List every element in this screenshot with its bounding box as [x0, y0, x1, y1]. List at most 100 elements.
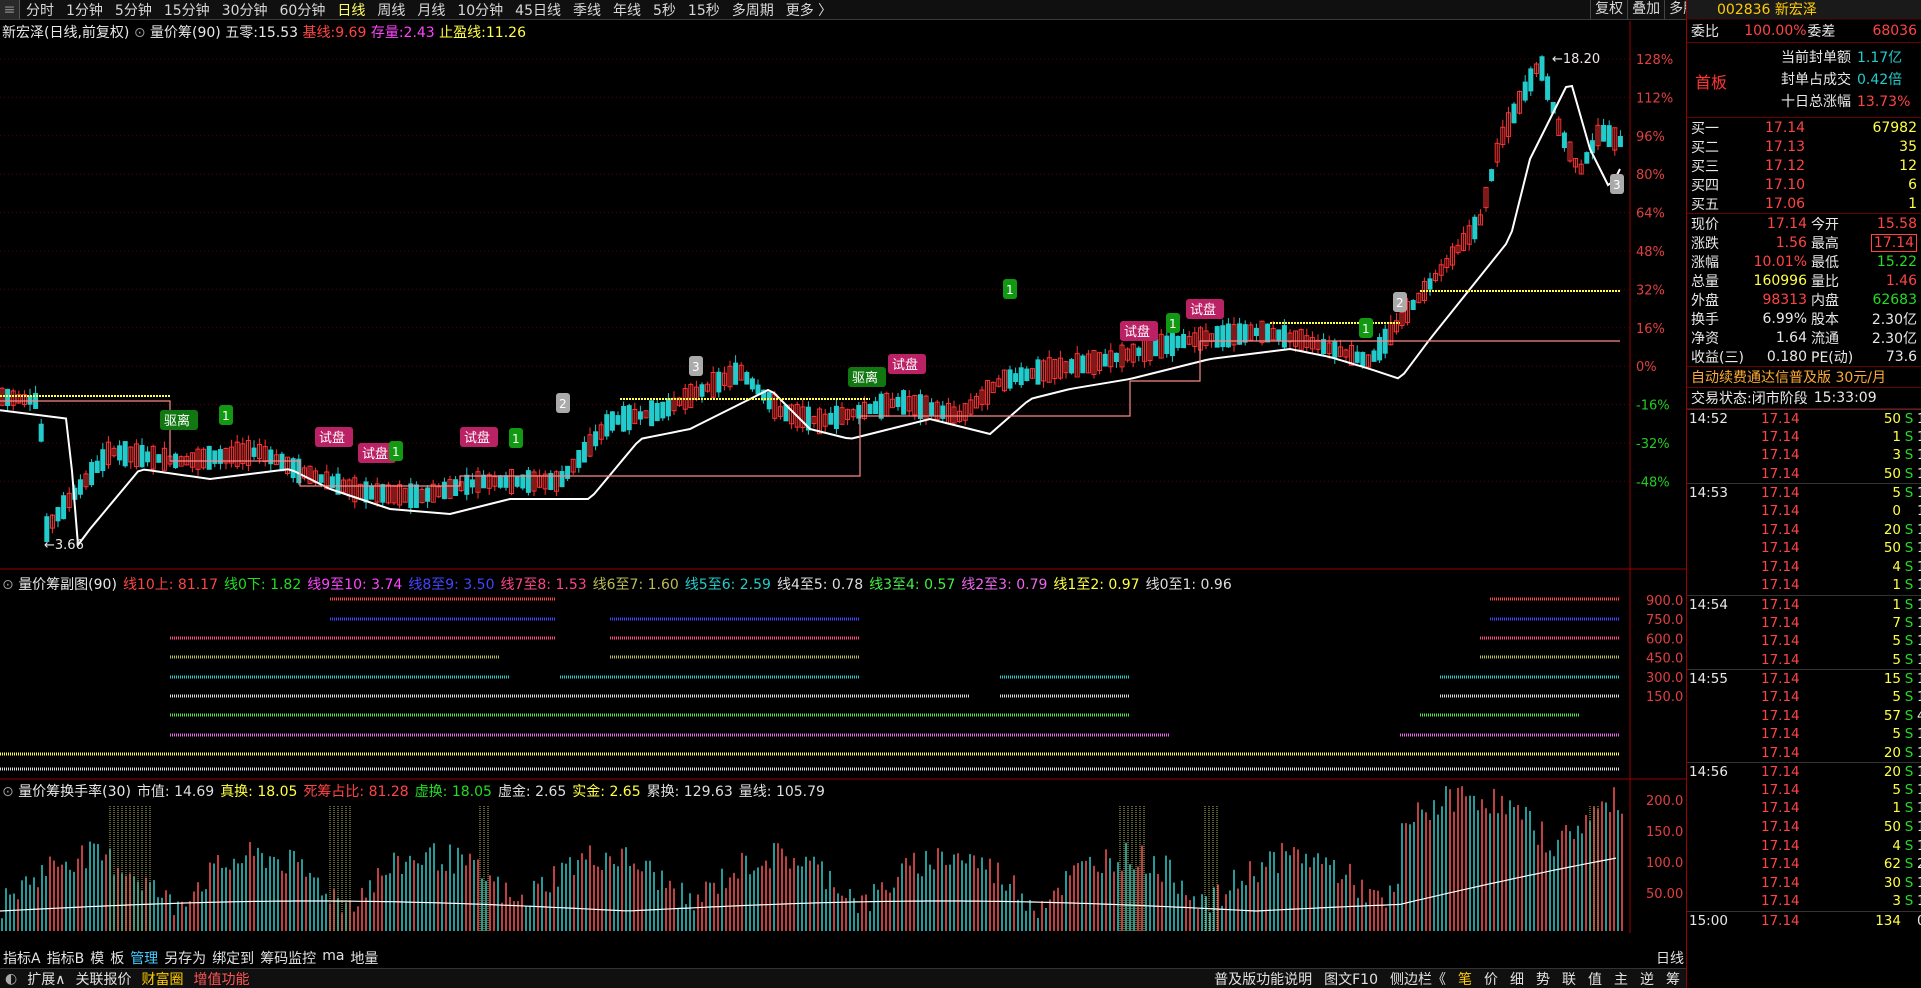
candle-body [1321, 339, 1327, 355]
candle-body [1153, 339, 1159, 357]
tick-count: 1 [1917, 410, 1921, 429]
period-tab[interactable]: 5分钟 [109, 0, 158, 19]
indicator-tab[interactable]: 筹码监控 [257, 948, 319, 967]
side-tab[interactable]: 值 [1582, 969, 1608, 988]
indicator-tab[interactable]: 板 [107, 948, 127, 967]
indicator-num: 2.59 [735, 577, 771, 593]
candle-body [1545, 76, 1551, 100]
tick-row: 17.14 57S4 [1687, 707, 1921, 726]
side-tab[interactable]: 笔 [1452, 969, 1478, 988]
stat-value: 160996 [1753, 272, 1807, 289]
extension-tab[interactable]: 关联报价 [70, 969, 136, 988]
promo-row[interactable]: 自动续费通达信普及版 30元/月 [1687, 366, 1921, 387]
period-tab[interactable]: 年线 [607, 0, 647, 19]
side-tab[interactable]: 普及版功能说明 [1208, 969, 1318, 988]
tick-time: 14:53 [1689, 485, 1728, 502]
tool-button[interactable]: 复权 [1590, 0, 1627, 19]
period-tab[interactable]: 30分钟 [216, 0, 274, 19]
candle-body [733, 362, 739, 385]
axis-tick: -32% [1636, 437, 1670, 452]
axis-tick: 150.0 [1646, 690, 1683, 705]
period-tab[interactable]: 5秒 [647, 0, 682, 19]
side-tab[interactable]: 势 [1530, 969, 1556, 988]
indicator-num: 3.50 [458, 577, 495, 593]
candle-body [1522, 81, 1528, 101]
period-tab[interactable]: 45日线 [509, 0, 567, 19]
period-tab[interactable]: 更多 〉 [780, 0, 838, 19]
indicator-tab[interactable]: ma [319, 948, 347, 966]
side-tab[interactable]: 侧边栏《 [1384, 969, 1452, 988]
period-tab[interactable]: 60分钟 [274, 0, 332, 19]
tick-list[interactable]: 14:5217.1450S117.141S117.143S117.1450S11… [1687, 408, 1921, 930]
period-tab[interactable]: 15秒 [682, 0, 726, 19]
chart-area[interactable]: 128% 112% 96% 80% 64% 48% 32% 16% 0% -16% -32% -48%… [0, 21, 1686, 951]
period-tab[interactable]: 分时 [20, 0, 60, 19]
bid-row[interactable]: 买二 17.13 35 [1687, 137, 1921, 156]
side-tab[interactable]: 逆 [1634, 969, 1660, 988]
indicator-num: 14.69 [169, 784, 215, 800]
promo-text[interactable]: 自动续费通达信普及版 30元/月 [1691, 367, 1886, 387]
indicator-tab[interactable]: 指标B [44, 948, 88, 967]
candle-body [1164, 335, 1170, 354]
settings-icon[interactable]: ⊙ [2, 577, 18, 593]
tick-side: S [1904, 893, 1914, 910]
bid-row[interactable]: 买一 17.14 67982 [1687, 118, 1921, 137]
candle-body [1024, 368, 1030, 382]
side-tab[interactable]: 价 [1478, 969, 1504, 988]
tick-volume: 5 [1892, 781, 1901, 798]
tick-price: 17.14 [1761, 688, 1800, 705]
settings-icon[interactable]: ⊙ [2, 784, 18, 800]
candle-body [380, 484, 386, 503]
candle-body [1281, 325, 1287, 348]
side-tab[interactable]: 筹 [1660, 969, 1686, 988]
side-tab[interactable]: 联 [1556, 969, 1582, 988]
tick-price: 17.14 [1761, 837, 1800, 854]
indicator-key: 线7至8: [500, 577, 552, 593]
side-tab[interactable]: 细 [1504, 969, 1530, 988]
tool-button[interactable]: 叠加 [1627, 0, 1664, 19]
period-tab[interactable]: 日线 [331, 0, 371, 19]
stock-name: 新宏泽 [1774, 2, 1817, 18]
menu-grip-icon[interactable]: ≡ [0, 0, 20, 19]
settings-icon[interactable]: ⊙ [134, 25, 146, 41]
tick-price: 17.14 [1761, 744, 1800, 761]
period-tab[interactable]: 多周期 [726, 0, 780, 19]
period-tabs: 分时 1分钟 5分钟 15分钟 30分钟 60分钟 日线 周线 月线 10分钟 45日线 季线 年线 5秒… [20, 0, 838, 19]
candle-body [464, 474, 470, 495]
period-tab[interactable]: 1分钟 [60, 0, 109, 19]
extension-tab[interactable]: 扩展∧ [22, 969, 70, 988]
seal-row: 十日总涨幅 13.73% [1769, 91, 1910, 113]
indicator-tab[interactable]: 绑定到 [209, 948, 257, 967]
bid-row[interactable]: 买五 17.06 1 [1687, 194, 1921, 213]
extension-tab[interactable]: 财富圈 [136, 969, 188, 988]
indicator-tab[interactable]: 管理 [127, 948, 161, 967]
candle-body [1136, 347, 1142, 356]
indicator-tab[interactable]: 指标A [0, 948, 44, 967]
candle-body [413, 484, 419, 508]
side-tab[interactable]: 主 [1608, 969, 1634, 988]
bid-row[interactable]: 买四 17.10 6 [1687, 175, 1921, 194]
period-tab[interactable]: 月线 [411, 0, 451, 19]
indicator-tab[interactable]: 地量 [347, 948, 381, 967]
period-tab[interactable]: 15分钟 [158, 0, 216, 19]
extension-tab[interactable]: 增值功能 [188, 969, 254, 988]
indicator-tab[interactable]: 另存为 [161, 948, 209, 967]
indicator-key: 实金: [572, 784, 605, 800]
period-tab[interactable]: 季线 [567, 0, 607, 19]
toggle-icon[interactable]: ◐ [0, 971, 22, 987]
tick-side: S [1904, 614, 1914, 631]
indicator-tab[interactable]: 模 [87, 948, 107, 967]
period-tab[interactable]: 周线 [371, 0, 411, 19]
tick-price: 17.14 [1761, 671, 1800, 688]
bid-row[interactable]: 买三 17.12 12 [1687, 156, 1921, 175]
candle-body [581, 441, 587, 463]
tick-side: S [1904, 781, 1914, 798]
tick-side: S [1904, 558, 1914, 575]
side-tab[interactable]: 图文F10 [1318, 969, 1384, 988]
tick-price: 17.14 [1761, 502, 1800, 519]
period-tab[interactable]: 10分钟 [451, 0, 509, 19]
tick-price: 17.14 [1761, 465, 1800, 482]
tick-count: 1 [1917, 818, 1921, 837]
candle-body [139, 444, 145, 468]
candle-body [1069, 359, 1075, 374]
